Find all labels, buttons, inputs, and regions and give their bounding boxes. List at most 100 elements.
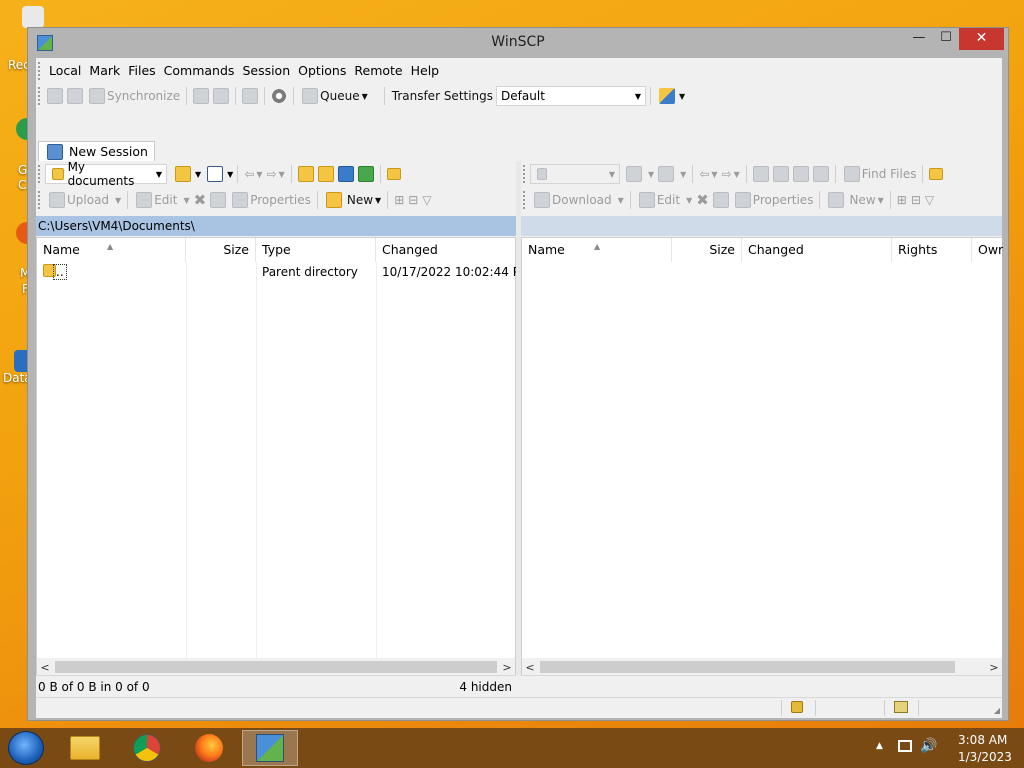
home-icon[interactable] [792, 166, 809, 182]
transfer-presets-button[interactable]: ▼ [655, 85, 687, 107]
open-terminal-icon[interactable] [193, 88, 210, 104]
toolbar-grip[interactable] [38, 87, 41, 105]
tree-view-icon[interactable] [929, 168, 944, 180]
forward-arrow-icon[interactable]: ⇨ ▼ [265, 163, 287, 185]
unselect-files-icon[interactable]: ⊟ [909, 189, 923, 211]
encryption-lock-icon[interactable] [791, 701, 803, 713]
scrollbar-thumb[interactable] [540, 661, 955, 673]
local-properties-button[interactable]: Properties [228, 189, 313, 211]
table-row[interactable]: .. Parent directory 10/17/2022 10:02:44 … [37, 262, 530, 282]
volume-icon[interactable]: 🔊 [920, 738, 937, 754]
menu-session[interactable]: Session [238, 62, 294, 80]
clock-date[interactable]: 1/3/2023 [958, 750, 1012, 764]
show-hidden-icons-icon[interactable]: ▲ [876, 741, 883, 751]
chevron-down-icon[interactable]: ▼ [195, 170, 201, 179]
remote-col-size[interactable]: Size [672, 238, 742, 262]
open-folder-icon[interactable] [626, 166, 642, 182]
local-action-grip[interactable] [38, 191, 41, 209]
refresh-icon[interactable] [357, 166, 374, 182]
find-files-button[interactable]: Find Files [840, 163, 919, 185]
delete-icon[interactable]: ✖ [694, 189, 711, 211]
scroll-right-icon[interactable]: > [986, 661, 1002, 674]
preferences-gear-icon[interactable] [271, 88, 288, 104]
chrome-taskbar-icon[interactable] [120, 730, 174, 766]
filter-icon[interactable] [207, 166, 224, 182]
putty-icon[interactable] [213, 88, 230, 104]
local-horizontal-scrollbar[interactable]: < > [37, 658, 515, 676]
compare-directories-icon[interactable] [47, 88, 63, 104]
local-location-select[interactable]: My documents ▼ [45, 160, 167, 188]
remote-file-list[interactable]: Name ▲ Size Changed Rights Owr < > [521, 237, 1003, 676]
local-file-list[interactable]: Name ▲ Size Type Changed .. Parent direc… [36, 237, 530, 676]
upload-button[interactable]: Upload ▼ [45, 189, 123, 211]
chevron-down-icon[interactable]: ▼ [678, 163, 688, 185]
minimize-button[interactable]: — [906, 28, 932, 50]
close-button[interactable]: ✕ [959, 28, 1004, 50]
menu-local[interactable]: Local [45, 62, 85, 80]
file-explorer-taskbar-icon[interactable] [58, 730, 112, 766]
home-icon[interactable] [337, 166, 354, 182]
chevron-down-icon[interactable]: ▼ [646, 163, 656, 185]
remote-action-grip[interactable] [523, 191, 526, 209]
network-icon[interactable] [898, 740, 912, 752]
remote-col-name[interactable]: Name ▲ [522, 238, 672, 262]
root-directory-icon[interactable] [772, 166, 789, 182]
clock-time[interactable]: 3:08 AM [958, 733, 1007, 747]
remote-properties-button[interactable]: Properties [731, 189, 816, 211]
scrollbar-thumb[interactable] [55, 661, 497, 673]
recycle-bin-icon[interactable] [22, 6, 44, 28]
download-button[interactable]: Download ▼ [530, 189, 626, 211]
select-files-icon[interactable]: ⊞ [895, 189, 909, 211]
remote-new-button[interactable]: New ▼ [824, 189, 885, 211]
tab-new-session[interactable]: New Session [38, 141, 155, 161]
menu-options[interactable]: Options [294, 62, 350, 80]
remote-horizontal-scrollbar[interactable]: < > [522, 658, 1002, 676]
resize-grip-icon[interactable]: ◢ [994, 706, 1000, 715]
network-connection-icon[interactable] [894, 701, 908, 713]
menu-commands[interactable]: Commands [160, 62, 239, 80]
hidden-files-count[interactable]: 4 hidden [459, 680, 512, 694]
menu-grip[interactable] [38, 62, 41, 80]
menu-files[interactable]: Files [124, 62, 159, 80]
remote-col-rights[interactable]: Rights [892, 238, 972, 262]
remote-location-select[interactable]: ▼ [530, 164, 620, 184]
menu-remote[interactable]: Remote [350, 62, 406, 80]
rename-icon[interactable] [210, 192, 227, 208]
delete-icon[interactable]: ✖ [192, 189, 209, 211]
local-new-button[interactable]: New ▼ [322, 189, 383, 211]
scroll-right-icon[interactable]: > [499, 661, 515, 674]
local-col-changed[interactable]: Changed [376, 238, 515, 262]
filter-files-icon[interactable]: ▽ [923, 189, 936, 211]
tree-view-icon[interactable] [386, 168, 401, 180]
queue-button[interactable]: Queue ▼ [298, 85, 370, 107]
keep-remote-up-to-date-icon[interactable] [67, 88, 83, 104]
filter-icon[interactable] [658, 166, 675, 182]
back-arrow-icon[interactable]: ⇦ ▼ [697, 163, 719, 185]
select-files-icon[interactable]: ⊞ [392, 189, 406, 211]
remote-col-changed[interactable]: Changed [742, 238, 892, 262]
back-arrow-icon[interactable]: ⇦ ▼ [242, 163, 264, 185]
local-nav-grip[interactable] [38, 165, 41, 183]
find-icon[interactable] [242, 88, 259, 104]
open-folder-icon[interactable] [175, 166, 191, 182]
local-path-bar[interactable]: C:\Users\VM4\Documents\ [36, 216, 516, 236]
scroll-left-icon[interactable]: < [522, 661, 538, 674]
scroll-left-icon[interactable]: < [37, 661, 53, 674]
parent-directory-icon[interactable] [752, 166, 769, 182]
synchronize-button[interactable]: Synchronize [85, 85, 182, 107]
refresh-icon[interactable] [812, 166, 829, 182]
menu-mark[interactable]: Mark [85, 62, 124, 80]
unselect-files-icon[interactable]: ⊟ [406, 189, 420, 211]
local-col-size[interactable]: Size [186, 238, 256, 262]
remote-nav-grip[interactable] [523, 165, 526, 183]
chevron-down-icon[interactable]: ▼ [227, 170, 233, 179]
local-col-type[interactable]: Type [256, 238, 376, 262]
transfer-settings-select[interactable]: Default ▼ [496, 86, 647, 106]
local-edit-button[interactable]: Edit ▼ [132, 189, 191, 211]
local-col-name[interactable]: Name ▲ [37, 238, 186, 262]
filter-files-icon[interactable]: ▽ [420, 189, 433, 211]
remote-path-bar[interactable] [521, 216, 1002, 236]
root-directory-icon[interactable] [317, 166, 334, 182]
forward-arrow-icon[interactable]: ⇨ ▼ [720, 163, 742, 185]
parent-directory-icon[interactable] [297, 166, 314, 182]
